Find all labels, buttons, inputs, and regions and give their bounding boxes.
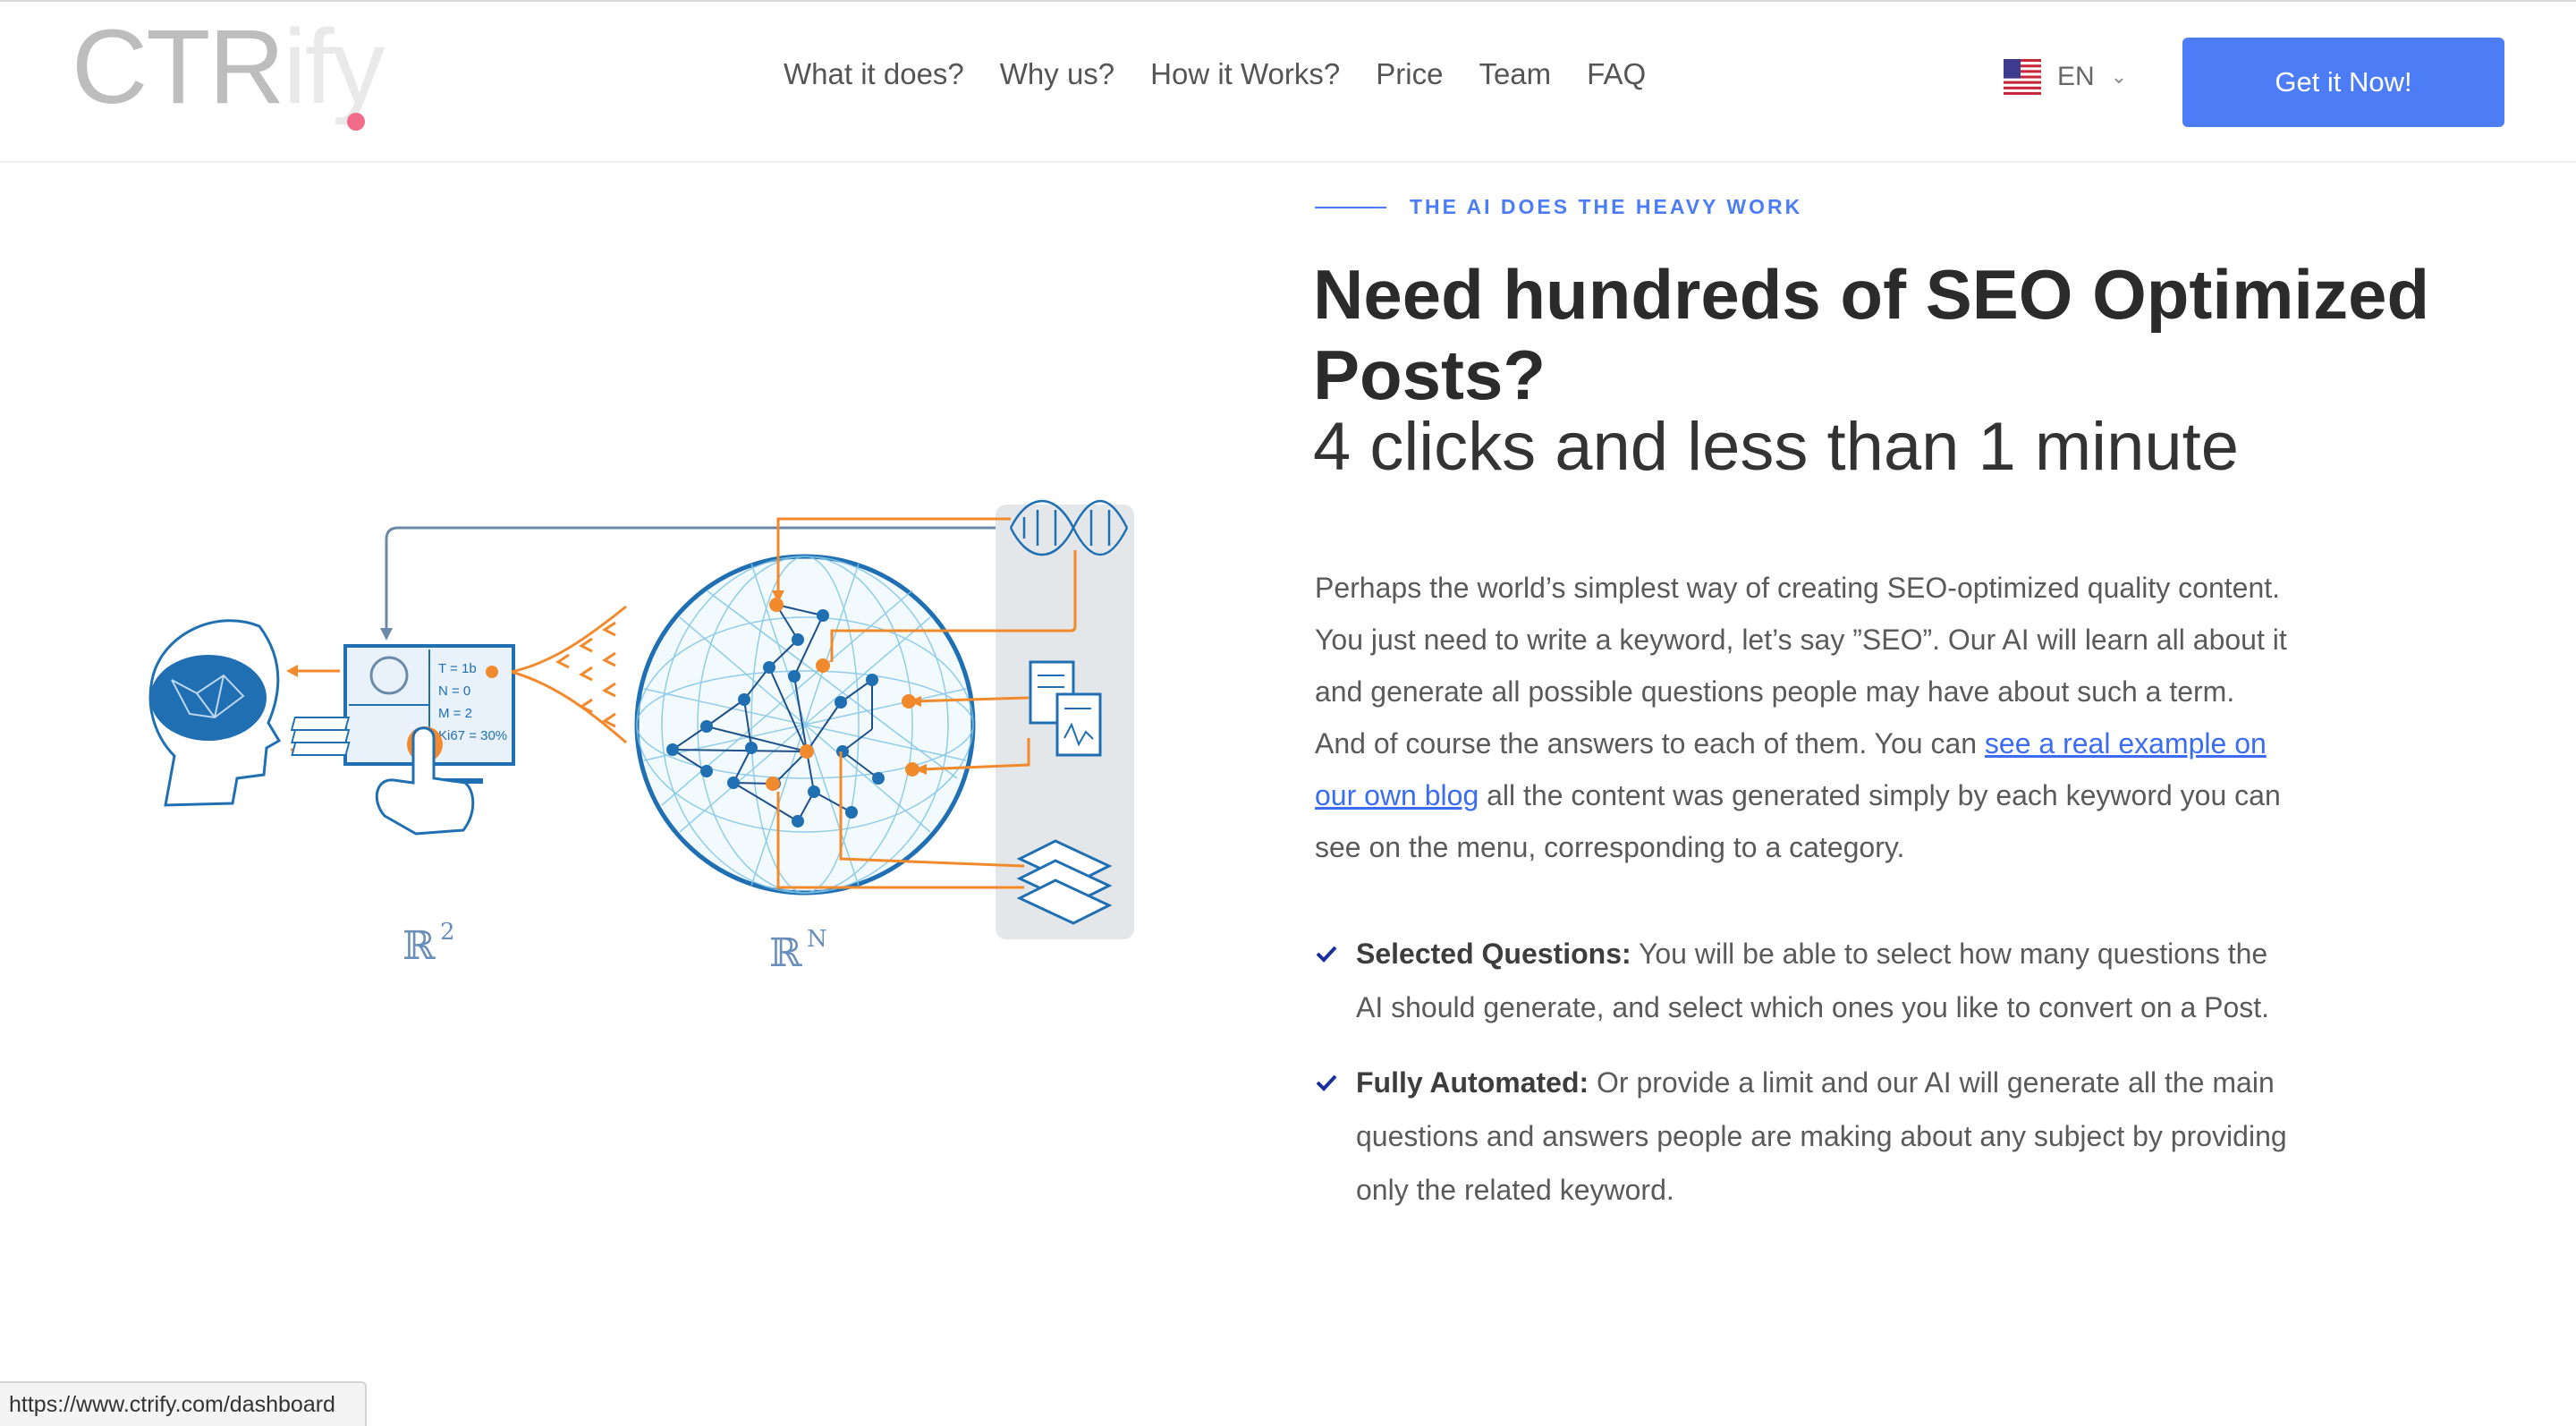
nav-item-how-it-works[interactable]: How it Works? <box>1150 57 1340 91</box>
language-code: EN <box>2057 62 2095 91</box>
feature-item-fully-automated: Fully Automated: Or provide a limit and … <box>1315 1056 2290 1217</box>
site-header: CTRify What it does? Why us? How it Work… <box>0 2 2576 163</box>
monitor-icon: T = 1b N = 0 M = 2 Ki67 = 30% <box>290 644 515 784</box>
logo-text-part1: CTR <box>72 8 285 126</box>
language-selector[interactable]: EN ⌄ <box>2004 59 2127 95</box>
features-list: Selected Questions: You will be able to … <box>1315 927 2290 1238</box>
logo-dot <box>347 113 365 131</box>
label-rn: ℝ <box>769 930 802 976</box>
nav-item-what-it-does[interactable]: What it does? <box>784 57 964 91</box>
section-subtitle: 4 clicks and less than 1 minute <box>1313 409 2239 485</box>
chevron-down-icon: ⌄ <box>2110 65 2128 88</box>
svg-text:T = 1b: T = 1b <box>438 661 477 676</box>
logo-text-part2: ify <box>283 8 386 126</box>
label-r2-superscript: 2 <box>440 919 455 946</box>
browser-status-url: https://www.ctrify.com/dashboard <box>0 1381 367 1426</box>
label-r2: ℝ <box>402 923 436 969</box>
section-title: Need hundreds of SEO Optimized Posts? <box>1313 255 2430 414</box>
section-description: Perhaps the world’s simplest way of crea… <box>1315 562 2290 873</box>
ai-process-illustration: T = 1b N = 0 M = 2 Ki67 = 30% ℝ 2 ℝ N <box>148 499 1134 976</box>
feature-item-selected-questions: Selected Questions: You will be able to … <box>1315 927 2290 1034</box>
svg-text:N = 0: N = 0 <box>438 683 470 699</box>
us-flag-icon <box>2004 59 2041 95</box>
human-head-icon <box>148 619 282 807</box>
feature-title: Selected Questions: <box>1356 938 1631 970</box>
section-eyebrow: THE AI DOES THE HEAVY WORK <box>1315 195 1802 219</box>
nav-item-team[interactable]: Team <box>1479 57 1551 91</box>
site-logo[interactable]: CTRify <box>72 14 386 120</box>
nav-item-price[interactable]: Price <box>1376 57 1443 91</box>
label-rn-superscript: N <box>807 926 827 953</box>
eyebrow-text: THE AI DOES THE HEAVY WORK <box>1410 195 1803 218</box>
get-it-now-button[interactable]: Get it Now! <box>2182 38 2504 127</box>
eyebrow-line <box>1315 206 1386 208</box>
checkmark-icon <box>1316 946 1337 963</box>
nav-item-why-us[interactable]: Why us? <box>1000 57 1114 91</box>
nav-item-faq[interactable]: FAQ <box>1587 57 1646 91</box>
svg-text:M = 2: M = 2 <box>438 706 472 721</box>
neural-network-globe <box>634 554 976 895</box>
svg-text:Ki67 = 30%: Ki67 = 30% <box>438 728 507 743</box>
feature-title: Fully Automated: <box>1356 1066 1589 1099</box>
main-nav: What it does? Why us? How it Works? Pric… <box>784 57 1646 91</box>
checkmark-icon <box>1316 1074 1337 1091</box>
